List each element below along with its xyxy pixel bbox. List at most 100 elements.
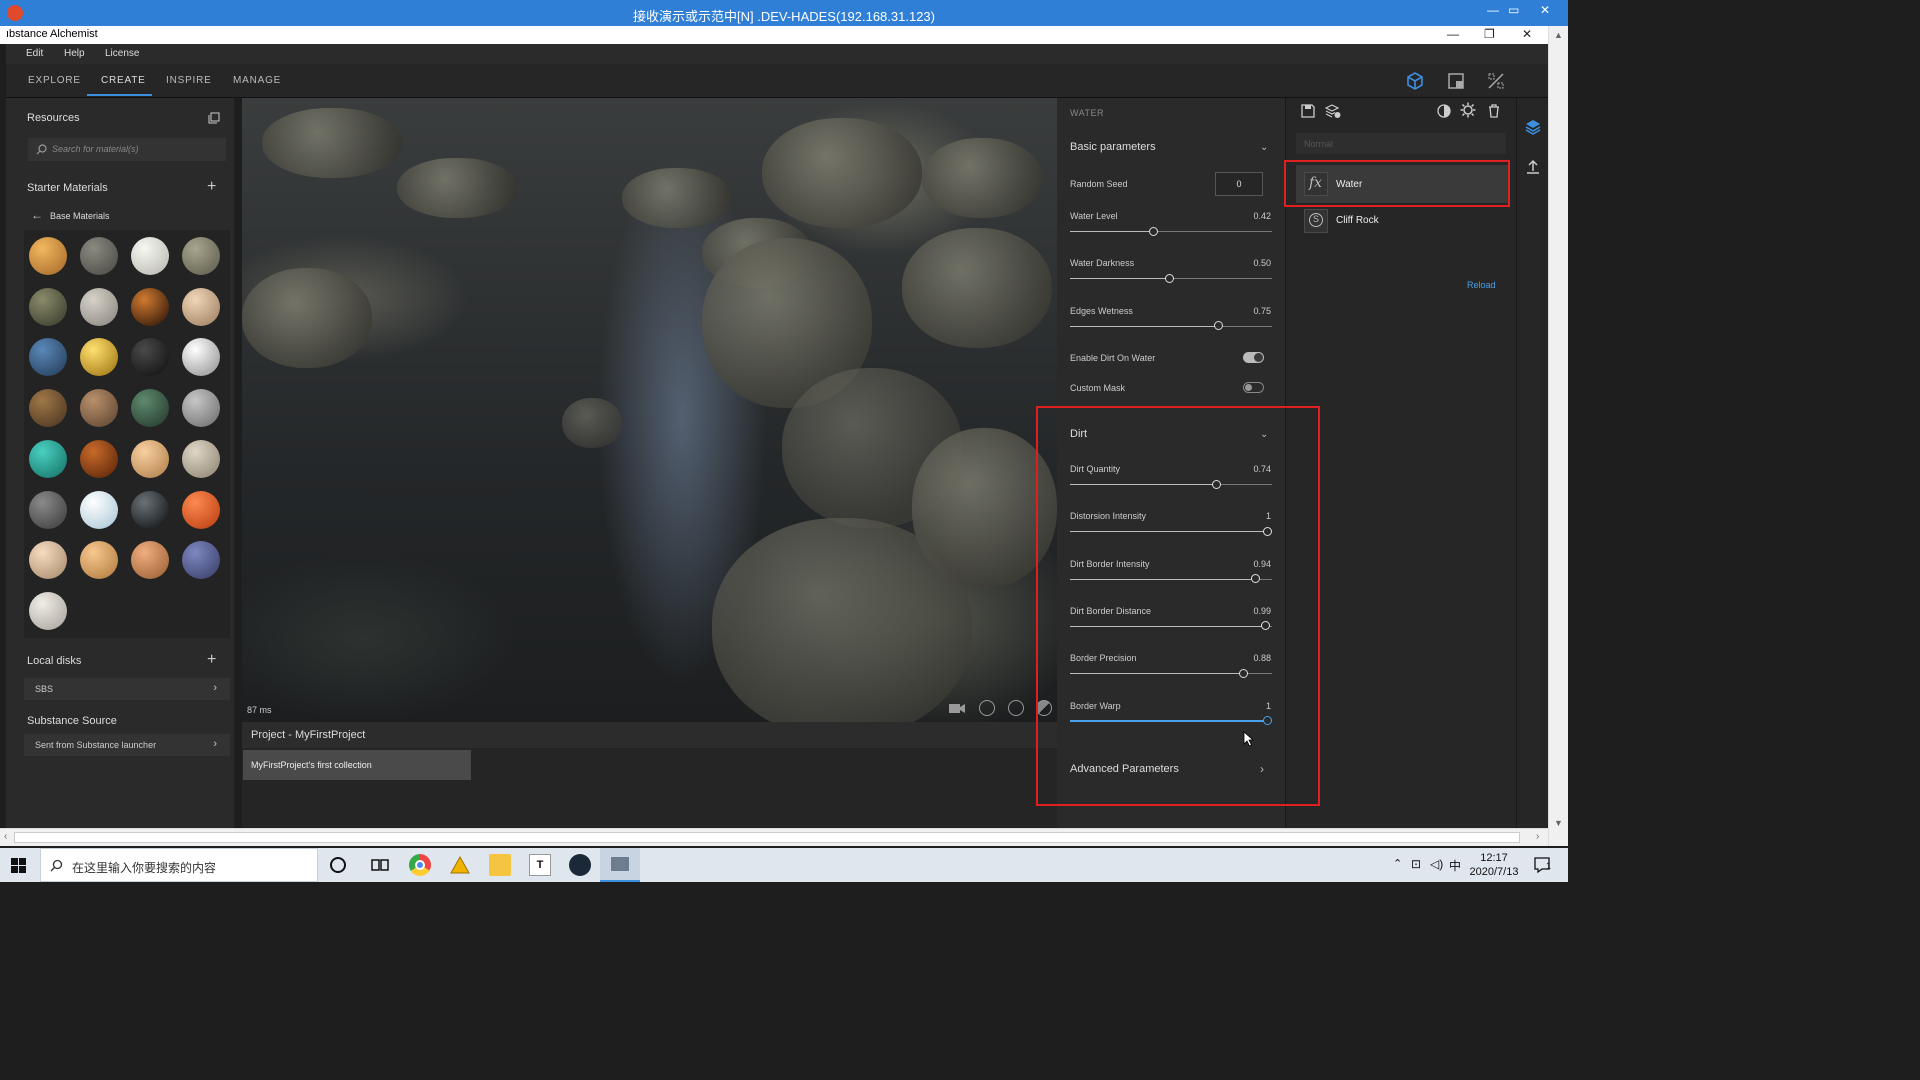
material-thumbnail[interactable]	[131, 541, 169, 580]
2d-view-icon[interactable]	[1446, 71, 1466, 91]
taskbar-clock[interactable]: 12:17 2020/7/13	[1466, 851, 1522, 879]
custom-mask-toggle[interactable]	[1243, 382, 1264, 393]
scroll-right-icon[interactable]: ›	[1536, 831, 1539, 842]
mask-icon[interactable]	[1436, 103, 1452, 119]
chrome-icon[interactable]	[409, 854, 431, 876]
windows-start-icon[interactable]	[11, 858, 26, 873]
app-close-icon[interactable]: ✕	[1522, 27, 1532, 41]
app-restore-icon[interactable]: ❐	[1484, 27, 1495, 41]
material-thumbnail[interactable]	[29, 541, 67, 580]
material-thumbnail[interactable]	[131, 287, 169, 326]
enable-dirt-toggle[interactable]	[1243, 352, 1264, 363]
steam-icon[interactable]	[569, 854, 591, 876]
material-thumbnail[interactable]	[80, 389, 118, 428]
material-thumbnail[interactable]	[131, 389, 169, 428]
material-thumbnail[interactable]	[131, 490, 169, 529]
material-thumbnail[interactable]	[29, 338, 67, 377]
export-icon[interactable]	[1524, 158, 1542, 176]
back-arrow-icon[interactable]: ←	[31, 208, 43, 222]
rd-restore-icon[interactable]: ▭	[1508, 3, 1519, 17]
material-thumbnail[interactable]	[80, 338, 118, 377]
slider-track[interactable]	[1070, 321, 1272, 331]
vertical-scrollbar[interactable]: ▲ ▼	[1548, 26, 1568, 846]
material-thumbnail[interactable]	[131, 237, 169, 275]
menu-edit[interactable]: Edit	[26, 48, 43, 59]
camera-icon[interactable]	[948, 700, 966, 716]
uv-view-icon[interactable]	[1486, 71, 1506, 91]
horizontal-scrollbar[interactable]: ‹ ›	[0, 828, 1548, 846]
material-thumbnail[interactable]	[182, 490, 220, 529]
material-thumbnail[interactable]	[29, 490, 67, 529]
material-thumbnail[interactable]	[29, 591, 67, 630]
material-thumbnail[interactable]	[182, 338, 220, 377]
add-starter-icon[interactable]: +	[207, 178, 216, 196]
material-thumbnail[interactable]	[131, 338, 169, 377]
settings-icon[interactable]	[1460, 102, 1476, 118]
add-layer-icon[interactable]	[1325, 103, 1341, 119]
tab-explore[interactable]: EXPLORE	[28, 75, 81, 86]
material-thumbnail[interactable]	[80, 439, 118, 478]
app-minimize-icon[interactable]: —	[1447, 27, 1459, 41]
material-thumbnail[interactable]	[182, 541, 220, 580]
material-thumbnail[interactable]	[29, 237, 67, 275]
ime-indicator[interactable]: 中	[1449, 857, 1461, 874]
scroll-up-icon[interactable]: ▲	[1554, 30, 1563, 40]
material-thumbnail[interactable]	[80, 490, 118, 529]
task-view-icon[interactable]	[369, 854, 391, 876]
tab-manage[interactable]: MANAGE	[233, 75, 281, 86]
taskbar-search-input[interactable]: 在这里输入你要搜索的内容	[40, 848, 318, 882]
material-thumbnail[interactable]	[80, 541, 118, 580]
save-icon[interactable]	[1300, 103, 1316, 119]
rd-close-icon[interactable]: ✕	[1540, 3, 1550, 17]
environment-icon[interactable]	[979, 700, 995, 716]
blend-mode-select[interactable]: Normal	[1296, 133, 1506, 154]
scroll-left-icon[interactable]: ‹	[4, 831, 7, 842]
material-thumbnail[interactable]	[80, 237, 118, 275]
random-seed-input[interactable]: 0	[1215, 172, 1263, 196]
material-thumbnail[interactable]	[182, 439, 220, 478]
menu-help[interactable]: Help	[64, 48, 85, 59]
layers-icon[interactable]	[1524, 118, 1542, 136]
source-launcher-item[interactable]: Sent from Substance launcher ›	[24, 734, 230, 756]
breadcrumb[interactable]: ← Base Materials	[24, 206, 230, 226]
3d-view-icon[interactable]	[1405, 71, 1425, 91]
reload-link[interactable]: Reload	[1467, 280, 1496, 290]
local-disk-sbs[interactable]: SBS ›	[24, 678, 230, 700]
chevron-up-icon[interactable]: ⌃	[1393, 857, 1402, 870]
slider-track[interactable]	[1070, 273, 1272, 283]
collection-item[interactable]: MyFirstProject's first collection	[243, 750, 471, 780]
material-thumbnail[interactable]	[29, 287, 67, 326]
add-local-disk-icon[interactable]: +	[207, 651, 216, 669]
copy-icon[interactable]	[208, 112, 220, 124]
tab-inspire[interactable]: INSPIRE	[166, 75, 212, 86]
text-editor-icon[interactable]: T	[529, 854, 551, 876]
file-explorer-icon[interactable]	[489, 854, 511, 876]
material-thumbnail[interactable]	[182, 389, 220, 428]
network-icon[interactable]: ⊡	[1411, 857, 1421, 871]
scroll-down-icon[interactable]: ▼	[1554, 818, 1563, 828]
tab-create[interactable]: CREATE	[101, 75, 146, 86]
material-thumbnail[interactable]	[29, 439, 67, 478]
rd-minimize-icon[interactable]: —	[1487, 3, 1499, 17]
material-search-input[interactable]: Search for material(s)	[28, 138, 226, 161]
slider-handle[interactable]	[1149, 226, 1158, 236]
layer-item-cliff-rock[interactable]: S Cliff Rock	[1296, 205, 1508, 237]
material-thumbnail[interactable]	[182, 237, 220, 275]
remote-desktop-task[interactable]	[600, 848, 640, 882]
slider-handle[interactable]	[1214, 321, 1223, 331]
slider-track[interactable]	[1070, 226, 1272, 236]
scroll-thumb[interactable]	[14, 832, 1520, 843]
material-thumbnail[interactable]	[182, 287, 220, 326]
material-thumbnail[interactable]	[29, 389, 67, 428]
substance-launcher-icon[interactable]	[449, 854, 471, 876]
cortana-icon[interactable]	[330, 857, 346, 873]
basic-parameters-header[interactable]: Basic parameters	[1070, 141, 1156, 153]
slider-handle[interactable]	[1165, 273, 1174, 283]
material-thumbnail[interactable]	[80, 287, 118, 326]
3d-viewport[interactable]: 87 ms	[242, 98, 1057, 722]
chevron-down-icon[interactable]: ⌄	[1260, 142, 1268, 153]
delete-icon[interactable]	[1486, 103, 1502, 119]
material-thumbnail[interactable]	[131, 439, 169, 478]
menu-license[interactable]: License	[105, 48, 139, 59]
grid-icon[interactable]	[1008, 700, 1024, 716]
